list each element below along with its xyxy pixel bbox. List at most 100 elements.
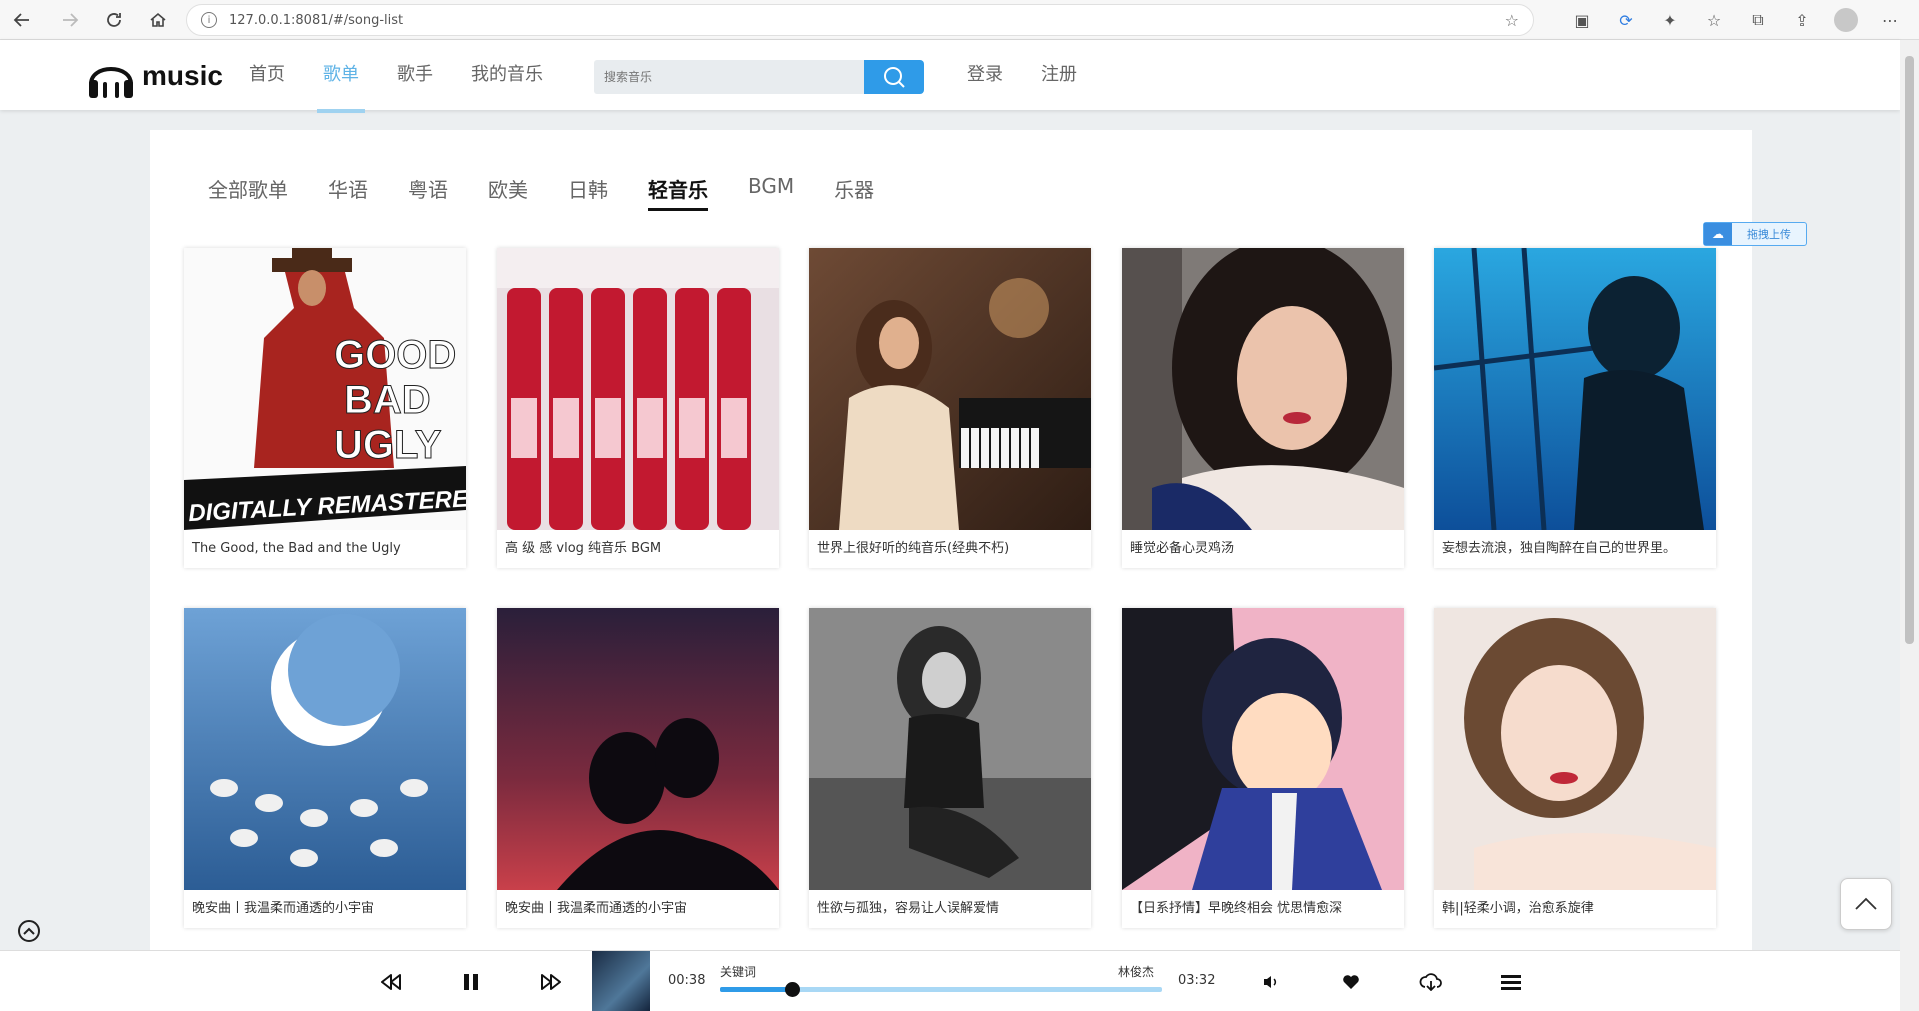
playlist-title[interactable]: 睡觉必备心灵鸡汤 [1122, 530, 1404, 568]
tab-cantonese[interactable]: 粤语 [408, 174, 448, 211]
progress-bar[interactable] [720, 982, 1162, 997]
heart-icon [1343, 975, 1359, 989]
svg-text:UGLY: UGLY [334, 423, 442, 467]
favorites-icon[interactable]: ☆ [1692, 11, 1736, 30]
playlist-card[interactable]: 睡觉必备心灵鸡汤 [1122, 248, 1404, 568]
logo-text: music [142, 60, 223, 91]
extension-icon[interactable]: ⟳ [1604, 11, 1648, 30]
forward-icon[interactable] [50, 0, 90, 40]
playlist-title[interactable]: 高 级 感 vlog 纯音乐 BGM [497, 530, 779, 568]
song-title: 关键词 [720, 965, 757, 979]
playlist-cover[interactable] [1434, 248, 1716, 530]
browser-toolbar: i 127.0.0.1:8081/#/song-list ☆ ▣ ⟳ ✦ ☆ ⧉… [0, 0, 1919, 40]
playlist-title[interactable]: 晚安曲丨我温柔而通透的小宇宙 [497, 890, 779, 928]
puzzle-icon[interactable]: ✦ [1648, 11, 1692, 30]
cloud-icon: ☁ [1704, 223, 1732, 245]
playlist-card[interactable]: 晚安曲丨我温柔而通透的小宇宙 [497, 608, 779, 928]
info-icon[interactable]: i [201, 12, 217, 28]
search-icon [884, 67, 905, 88]
tab-jpkr[interactable]: 日韩 [568, 174, 608, 211]
reload-icon[interactable] [94, 0, 134, 40]
search-button[interactable] [864, 60, 924, 94]
scrollbar-thumb[interactable] [1905, 56, 1914, 644]
download-button[interactable] [1416, 969, 1446, 995]
playlist-title[interactable]: 韩||轻柔小调，治愈系旋律 [1434, 890, 1716, 928]
svg-text:GOOD: GOOD [334, 333, 456, 377]
like-button[interactable] [1338, 969, 1364, 995]
playlist-card[interactable]: 【日系抒情】早晚终相会 忧思情愈深 [1122, 608, 1404, 928]
playlist-cover[interactable] [1122, 608, 1404, 890]
playlist-card[interactable]: GOOD BAD UGLY DIGITALLY REMASTERED The G… [184, 248, 466, 568]
search-input[interactable] [594, 60, 864, 94]
playlist-cover[interactable]: GOOD BAD UGLY DIGITALLY REMASTERED [184, 248, 466, 530]
favorite-star-icon[interactable]: ☆ [1505, 11, 1519, 30]
address-bar[interactable]: i 127.0.0.1:8081/#/song-list ☆ [186, 4, 1534, 36]
tab-chinese[interactable]: 华语 [328, 174, 368, 211]
rewind-icon [381, 974, 401, 990]
tab-western[interactable]: 欧美 [488, 174, 528, 211]
playlist-title[interactable]: The Good, the Bad and the Ugly [184, 530, 466, 568]
profile-avatar[interactable] [1834, 8, 1858, 32]
upload-label: 拖拽上传 [1747, 228, 1791, 241]
playlist-title[interactable]: 性欲与孤独，容易让人误解爱情 [809, 890, 1091, 928]
collections-icon[interactable]: ▣ [1560, 11, 1604, 30]
playlist-card[interactable]: 性欲与孤独，容易让人误解爱情 [809, 608, 1091, 928]
playlist-cover[interactable] [1434, 608, 1716, 890]
current-time: 00:38 [668, 973, 706, 988]
register-link[interactable]: 注册 [1041, 40, 1077, 110]
home-icon[interactable] [138, 0, 178, 40]
next-button[interactable] [538, 969, 564, 995]
back-icon[interactable] [2, 0, 42, 40]
tabs-icon[interactable]: ⧉ [1736, 10, 1780, 30]
album-thumbnail[interactable] [592, 951, 650, 1011]
volume-icon [1264, 976, 1277, 988]
playlist-cover[interactable] [809, 248, 1091, 530]
playlist-cover[interactable] [184, 608, 466, 890]
volume-button[interactable] [1258, 969, 1284, 995]
playlist-panel: 全部歌单 华语 粤语 欧美 日韩 轻音乐 BGM 乐器 GOOD BAD UGL… [150, 130, 1752, 950]
prev-button[interactable] [378, 969, 404, 995]
playlist-cover[interactable] [809, 608, 1091, 890]
login-link[interactable]: 登录 [967, 40, 1003, 110]
headphones-icon [89, 67, 133, 98]
tab-bgm[interactable]: BGM [748, 174, 794, 211]
share-icon[interactable]: ⇪ [1780, 11, 1824, 30]
page-scrollbar[interactable] [1900, 40, 1919, 1011]
cloud-download-icon [1419, 973, 1442, 991]
pause-icon [464, 974, 478, 990]
playlist-card[interactable]: 世界上很好听的纯音乐(经典不朽) [809, 248, 1091, 568]
nav-playlists[interactable]: 歌单 [317, 40, 365, 113]
playlist-card[interactable]: 妄想去流浪，独自陶醉在自己的世界里。 [1434, 248, 1716, 568]
nav-singers[interactable]: 歌手 [397, 40, 433, 110]
logo[interactable]: music [86, 52, 223, 100]
playlist-card[interactable]: 韩||轻柔小调，治愈系旋律 [1434, 608, 1716, 928]
progress-knob[interactable] [784, 982, 800, 997]
playlist-title[interactable]: 世界上很好听的纯音乐(经典不朽) [809, 530, 1091, 568]
playlist-title[interactable]: 【日系抒情】早晚终相会 忧思情愈深 [1122, 890, 1404, 928]
upload-button[interactable]: ☁ 拖拽上传 [1703, 222, 1807, 246]
collapse-player-button[interactable] [18, 920, 40, 942]
back-to-top-button[interactable] [1840, 878, 1892, 930]
playlist-card[interactable]: 晚安曲丨我温柔而通透的小宇宙 [184, 608, 466, 928]
search-bar [594, 60, 924, 94]
nav-my-music[interactable]: 我的音乐 [471, 40, 543, 110]
playlist-card[interactable]: 高 级 感 vlog 纯音乐 BGM [497, 248, 779, 568]
category-tabs: 全部歌单 华语 粤语 欧美 日韩 轻音乐 BGM 乐器 [208, 174, 914, 211]
playlist-cover[interactable] [497, 608, 779, 890]
site-header: music 首页 歌单 歌手 我的音乐 登录 注册 [0, 40, 1900, 113]
nav-home[interactable]: 首页 [249, 40, 285, 110]
browser-extensions: ▣ ⟳ ✦ ☆ ⧉ ⇪ ⋯ [1560, 0, 1912, 40]
tab-light-music[interactable]: 轻音乐 [648, 174, 708, 211]
tab-all[interactable]: 全部歌单 [208, 174, 288, 211]
pause-button[interactable] [458, 969, 484, 995]
playlist-title[interactable]: 妄想去流浪，独自陶醉在自己的世界里。 [1434, 530, 1716, 568]
tab-instruments[interactable]: 乐器 [834, 174, 874, 211]
playlist-button[interactable] [1498, 969, 1524, 995]
svg-text:BAD: BAD [344, 378, 431, 422]
more-icon[interactable]: ⋯ [1868, 11, 1912, 30]
playlist-title[interactable]: 晚安曲丨我温柔而通透的小宇宙 [184, 890, 466, 928]
playlist-cover[interactable] [497, 248, 779, 530]
playlist-cover[interactable] [1122, 248, 1404, 530]
fast-forward-icon [541, 974, 561, 990]
main-nav: 首页 歌单 歌手 我的音乐 [249, 40, 581, 113]
